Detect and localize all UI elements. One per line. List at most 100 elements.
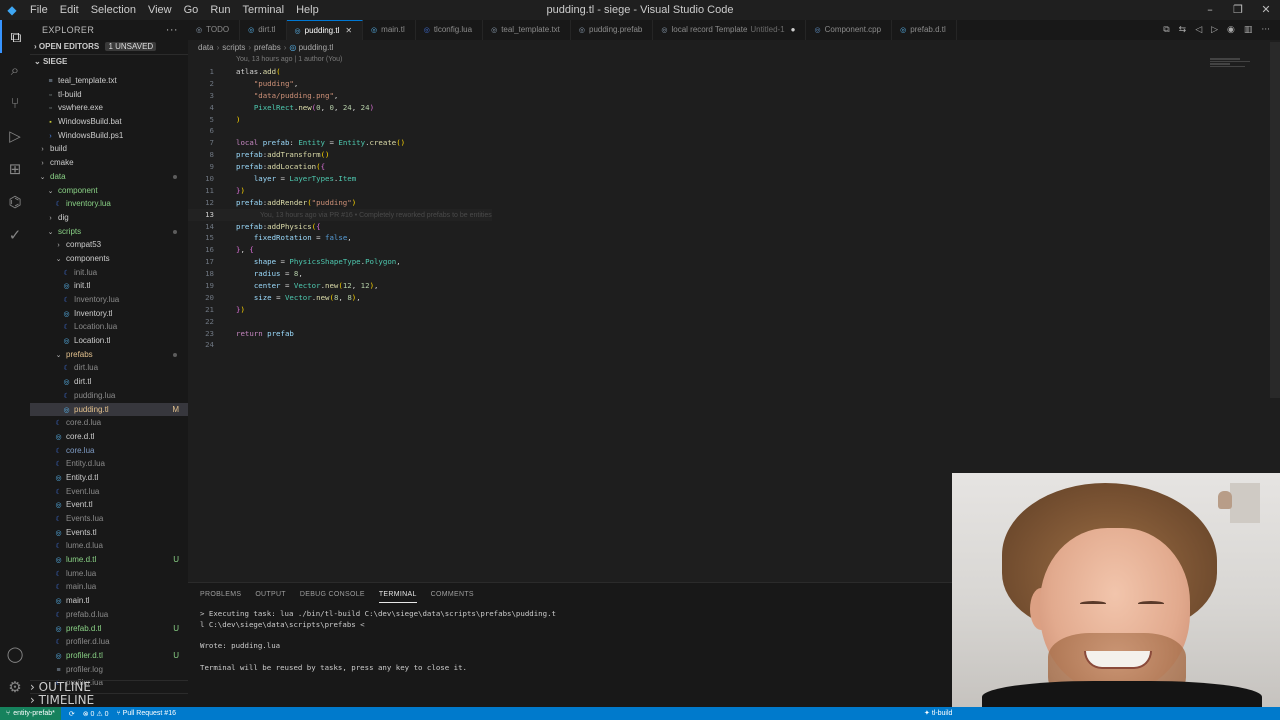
search-icon[interactable]: ⌕ xyxy=(0,53,30,86)
tab-prefab-d-tl[interactable]: ◎ prefab.d.tl xyxy=(892,20,957,40)
blame-codelens[interactable]: You, 13 hours ago | 1 author (You) xyxy=(236,56,342,63)
tab-teal-template-txt[interactable]: ◎ teal_template.txt xyxy=(483,20,571,40)
tree-file[interactable]: ☾ profiler.d.lua xyxy=(30,635,188,649)
tree-folder[interactable]: ⌄ data xyxy=(30,170,188,184)
close-icon[interactable]: ✕ xyxy=(1252,0,1280,20)
tree-file[interactable]: ☾ Events.lua xyxy=(30,512,188,526)
tree-file[interactable]: ☾ init.lua xyxy=(30,266,188,280)
tree-folder[interactable]: ⌄ prefabs xyxy=(30,348,188,362)
tab-pudding-tl[interactable]: ◎ pudding.tl ✕ xyxy=(286,20,364,40)
unsaved-dot-icon[interactable]: ● xyxy=(791,25,796,34)
tree-folder[interactable]: › cmake xyxy=(30,156,188,170)
open-changes-icon[interactable]: ⧉ xyxy=(1163,25,1169,35)
menu-view[interactable]: View xyxy=(142,0,178,20)
source-control-icon[interactable]: ⑂ xyxy=(0,86,30,119)
menu-run[interactable]: Run xyxy=(204,0,236,20)
tree-file[interactable]: ☾ dirt.lua xyxy=(30,361,188,375)
tree-file[interactable]: ◎ Event.tl xyxy=(30,498,188,512)
tab-pudding-prefab[interactable]: ◎ pudding.prefab xyxy=(571,20,654,40)
more-actions-icon[interactable]: ··· xyxy=(166,20,178,40)
tab-local-record-template[interactable]: ◎ local record Template Untitled-1 ● xyxy=(653,20,807,40)
tree-file[interactable]: ◎ prefab.d.tl U xyxy=(30,622,188,636)
breadcrumb-item[interactable]: scripts xyxy=(222,43,245,52)
menu-terminal[interactable]: Terminal xyxy=(237,0,291,20)
tree-file[interactable]: ☾ Entity.d.lua xyxy=(30,457,188,471)
tree-file[interactable]: ◎ lume.d.tl U xyxy=(30,553,188,567)
menu-selection[interactable]: Selection xyxy=(85,0,142,20)
tree-file[interactable]: ◎ Events.tl xyxy=(30,526,188,540)
panel-tab-problems[interactable]: PROBLEMS xyxy=(200,589,241,603)
testing-icon[interactable]: ✓ xyxy=(0,218,30,251)
tree-file[interactable]: ◎ dirt.tl xyxy=(30,375,188,389)
go-forward-icon[interactable]: ▷ xyxy=(1211,25,1218,35)
tree-file[interactable]: ☾ main.lua xyxy=(30,580,188,594)
split-editor-icon[interactable]: ▥ xyxy=(1244,25,1253,35)
maximize-icon[interactable]: ❐ xyxy=(1224,0,1252,20)
git-compare-icon[interactable]: ⇆ xyxy=(1179,25,1187,35)
tree-file[interactable]: ◎ pudding.tl M xyxy=(30,402,188,417)
minimize-icon[interactable]: – xyxy=(1196,0,1224,20)
editor-scrollbar[interactable] xyxy=(1270,42,1280,398)
breadcrumb-item[interactable]: data xyxy=(198,43,214,52)
breadcrumb-item[interactable]: prefabs xyxy=(254,43,281,52)
remote-explorer-icon[interactable]: ⌬ xyxy=(0,185,30,218)
timeline-section[interactable]: › TIMELINE xyxy=(30,693,188,707)
task-item[interactable]: ✦ tl-build xyxy=(924,707,952,720)
tree-file[interactable]: ◎ main.tl xyxy=(30,594,188,608)
git-branch-item[interactable]: ⑂ entity-prefab* xyxy=(0,707,61,720)
tree-folder[interactable]: › compat53 xyxy=(30,238,188,252)
pull-request-item[interactable]: ⑂ Pull Request #16 xyxy=(117,710,176,717)
tab-dirt-tl[interactable]: ◎ dirt.tl xyxy=(240,20,287,40)
tree-file[interactable]: ≡ teal_template.txt xyxy=(30,74,188,88)
tree-file[interactable]: ☾ lume.lua xyxy=(30,567,188,581)
problems-item[interactable]: ⊗ 0 ⚠ 0 xyxy=(83,710,109,718)
menu-help[interactable]: Help xyxy=(290,0,325,20)
tree-file[interactable]: ☾ core.d.lua xyxy=(30,416,188,430)
panel-tab-debug-console[interactable]: DEBUG CONSOLE xyxy=(300,589,365,603)
tree-file[interactable]: ▫ tl-build xyxy=(30,88,188,102)
tree-file[interactable]: ☾ Location.lua xyxy=(30,320,188,334)
explorer-icon[interactable]: ⧉ xyxy=(0,20,30,53)
tree-file[interactable]: › WindowsBuild.ps1 xyxy=(30,129,188,143)
open-editors-section[interactable]: › OPEN EDITORS 1 UNSAVED xyxy=(30,40,188,54)
tree-folder[interactable]: ⌄ component xyxy=(30,184,188,198)
panel-tab-output[interactable]: OUTPUT xyxy=(255,589,286,603)
panel-tab-terminal[interactable]: TERMINAL xyxy=(378,589,417,603)
tab-tlconfig-lua[interactable]: ◎ tlconfig.lua xyxy=(416,20,484,40)
project-section[interactable]: ⌄ SIEGE xyxy=(30,54,188,68)
sync-icon[interactable]: ⟳ xyxy=(69,710,75,718)
tree-file[interactable]: ☾ prefab.d.lua xyxy=(30,608,188,622)
tree-file[interactable]: ☾ pudding.lua xyxy=(30,389,188,403)
more-actions-icon[interactable]: ··· xyxy=(1261,25,1270,35)
tree-folder[interactable]: › dig xyxy=(30,211,188,225)
tab-component-cpp[interactable]: ◎ Component.cpp xyxy=(806,20,893,40)
tree-file[interactable]: ◎ Location.tl xyxy=(30,334,188,348)
tree-file[interactable]: ☾ Inventory.lua xyxy=(30,293,188,307)
tree-file[interactable]: ☾ Event.lua xyxy=(30,485,188,499)
run-debug-icon[interactable]: ▷ xyxy=(0,119,30,152)
menu-file[interactable]: File xyxy=(24,0,54,20)
outline-section[interactable]: › OUTLINE xyxy=(30,680,188,694)
account-icon[interactable]: ◯ xyxy=(0,637,30,670)
go-back-icon[interactable]: ◁ xyxy=(1195,25,1202,35)
tree-file[interactable]: ☾ core.lua xyxy=(30,444,188,458)
tree-file[interactable]: ◎ init.tl xyxy=(30,279,188,293)
tree-file[interactable]: ☾ lume.d.lua xyxy=(30,539,188,553)
tree-file[interactable]: ◎ Entity.d.tl xyxy=(30,471,188,485)
panel-tab-comments[interactable]: COMMENTS xyxy=(431,589,474,603)
close-icon[interactable]: ✕ xyxy=(345,26,352,35)
tree-file[interactable]: ≡ profiler.log xyxy=(30,663,188,677)
tree-file[interactable]: ◎ profiler.d.tl U xyxy=(30,649,188,663)
menu-go[interactable]: Go xyxy=(178,0,205,20)
extensions-icon[interactable]: ⊞ xyxy=(0,152,30,185)
tree-file[interactable]: ☾ inventory.lua xyxy=(30,197,188,211)
breadcrumb-item[interactable]: pudding.tl xyxy=(299,43,334,52)
tree-folder[interactable]: ⌄ scripts xyxy=(30,225,188,239)
timeline-icon[interactable]: ◉ xyxy=(1227,25,1235,35)
menu-edit[interactable]: Edit xyxy=(54,0,85,20)
tree-file[interactable]: ◎ core.d.tl xyxy=(30,430,188,444)
terminal-output[interactable]: > Executing task: lua ./bin/tl-build C:\… xyxy=(200,609,556,674)
tree-file[interactable]: ▫ vswhere.exe xyxy=(30,101,188,115)
tree-folder[interactable]: ⌄ components xyxy=(30,252,188,266)
manage-gear-icon[interactable]: ⚙ xyxy=(0,670,30,703)
